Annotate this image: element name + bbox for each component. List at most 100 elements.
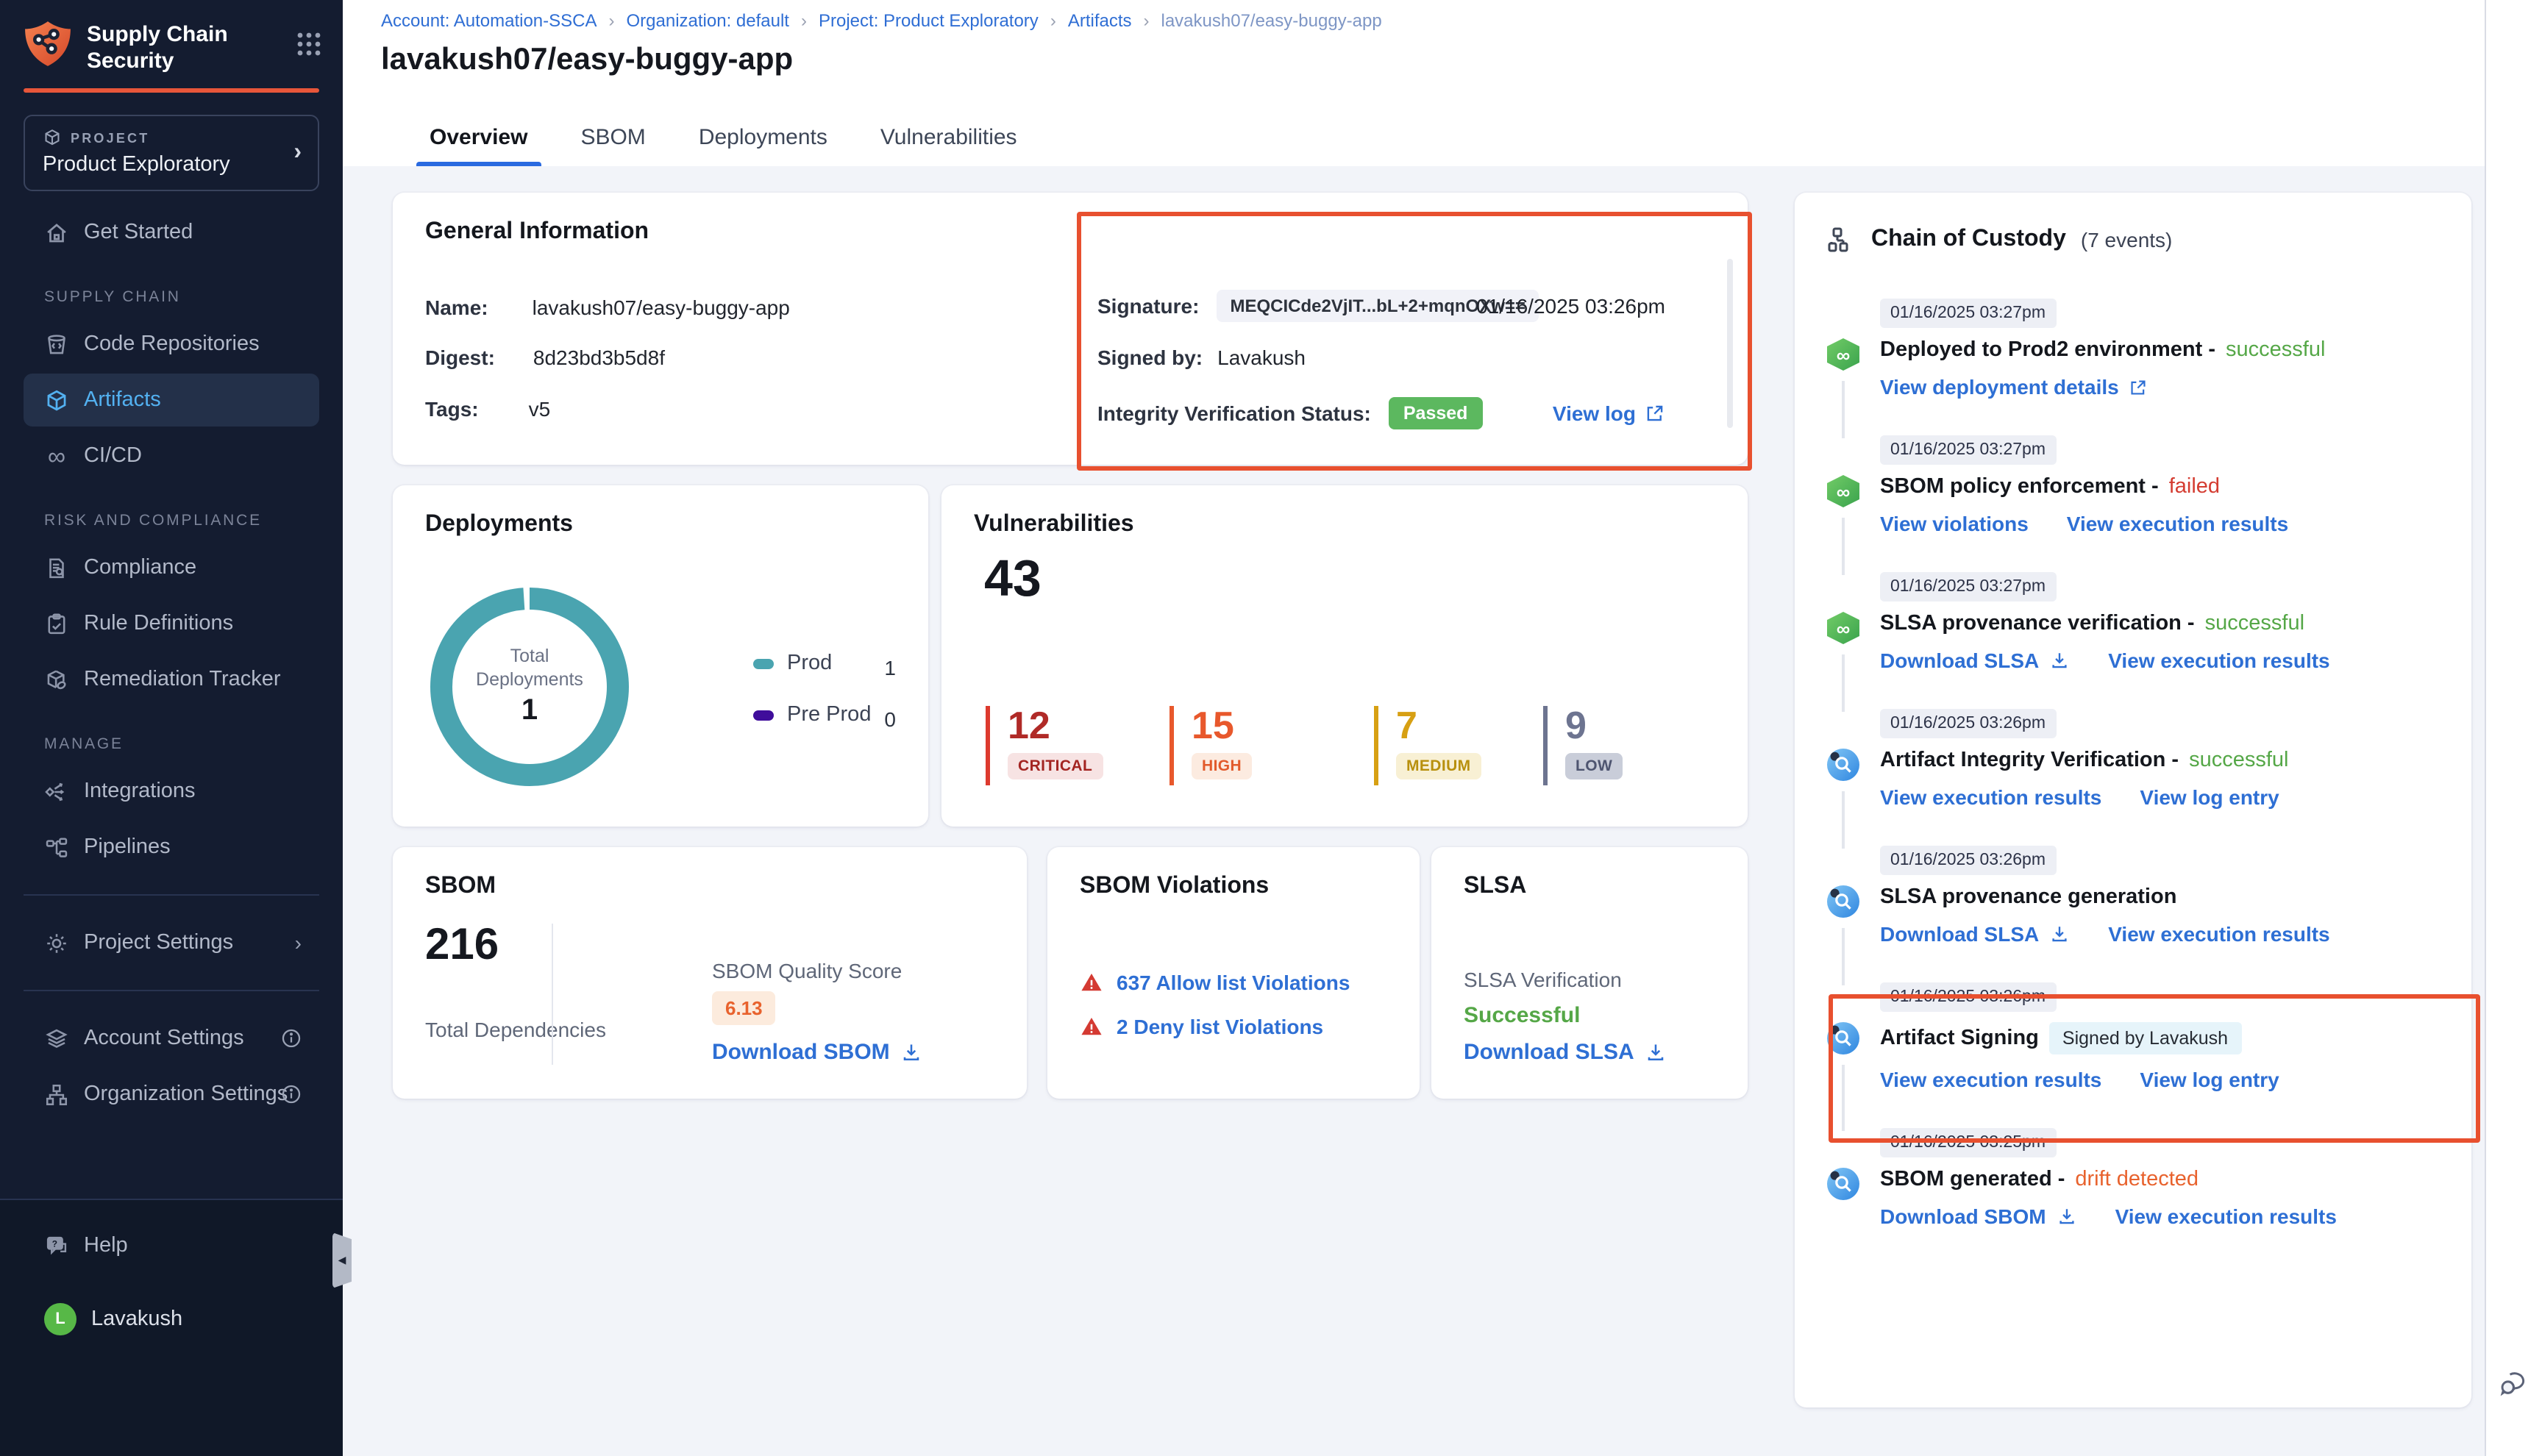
sidebar-item-integrations[interactable]: Integrations — [24, 765, 319, 818]
home-icon — [44, 220, 69, 245]
divider — [24, 990, 319, 991]
chain-of-custody-count: (7 events) — [2081, 228, 2173, 251]
chevron-right-icon: › — [293, 140, 302, 166]
view-execution-results-link[interactable]: View execution results — [2067, 512, 2288, 535]
sidebar-item-rule-definitions[interactable]: Rule Definitions — [24, 597, 319, 650]
user-menu[interactable]: L Lavakush — [24, 1293, 319, 1346]
digest-label: Digest: — [425, 346, 495, 369]
breadcrumb-project[interactable]: Project: Product Exploratory — [819, 10, 1039, 31]
tab-sbom[interactable]: SBOM — [580, 107, 645, 166]
sidebar-collapse-handle[interactable]: ◀ — [332, 1232, 352, 1288]
tab-overview[interactable]: Overview — [430, 107, 527, 166]
card-title: SBOM Violations — [1080, 874, 1269, 900]
view-log-entry-link[interactable]: View log entry — [2140, 1068, 2279, 1091]
breadcrumb: Account: Automation-SSCA › Organization:… — [381, 10, 1382, 31]
view-execution-results-link[interactable]: View execution results — [2108, 922, 2329, 946]
sidebar-item-account-settings[interactable]: Account Settings — [24, 1012, 319, 1065]
view-deployment-details-link[interactable]: View deployment details — [1880, 375, 2148, 399]
prod-swatch — [753, 658, 774, 668]
sidebar-item-cicd[interactable]: ∞ CI/CD — [24, 429, 319, 482]
right-rail — [2485, 0, 2542, 1456]
event-status: successful — [2189, 749, 2288, 772]
external-link-icon — [2129, 377, 2148, 396]
org-chart-icon — [44, 1082, 69, 1107]
view-log-entry-link[interactable]: View log entry — [2140, 785, 2279, 809]
slsa-card: SLSA SLSA Verification Successful Downlo… — [1431, 847, 1748, 1099]
brand-title: Supply Chain Security — [87, 22, 260, 75]
view-execution-results-link[interactable]: View execution results — [1880, 1068, 2101, 1091]
card-title: SBOM — [425, 874, 496, 900]
view-execution-results-link[interactable]: View execution results — [2115, 1205, 2337, 1228]
event-title: SLSA provenance verification - — [1880, 612, 2195, 635]
download-sbom-link[interactable]: Download SBOM — [1880, 1205, 2077, 1228]
signed-by-badge: Signed by Lavakush — [2049, 1022, 2241, 1054]
sidebar-item-project-settings[interactable]: Project Settings › — [24, 916, 319, 969]
sidebar-item-organization-settings[interactable]: Organization Settings — [24, 1068, 319, 1121]
project-selector[interactable]: PROJECT Product Exploratory › — [24, 115, 319, 191]
scan-icon — [1827, 885, 1859, 918]
view-execution-results-link[interactable]: View execution results — [2108, 649, 2329, 672]
deployments-card: Deployments Total Deployments 1 Prod 1 P… — [393, 485, 928, 827]
artifact-name-value: lavakush07/easy-buggy-app — [533, 296, 790, 319]
tab-vulnerabilities[interactable]: Vulnerabilities — [880, 107, 1017, 166]
brand: Supply Chain Security — [0, 0, 343, 75]
download-icon — [2049, 924, 2070, 944]
download-slsa-link[interactable]: Download SLSA — [1880, 922, 2070, 946]
allow-list-violations-link[interactable]: 637 Allow list Violations — [1080, 971, 1350, 994]
sidebar-item-compliance[interactable]: Compliance — [24, 541, 319, 594]
tags-label: Tags: — [425, 397, 479, 421]
chat-bubbles-icon[interactable] — [2498, 1368, 2530, 1400]
event-title: Artifact Integrity Verification - — [1880, 749, 2179, 772]
sidebar-item-artifacts[interactable]: Artifacts — [24, 374, 319, 427]
scrollbar[interactable] — [1727, 259, 1733, 428]
download-slsa-link[interactable]: Download SLSA — [1464, 1040, 1667, 1065]
coc-event-slsa-verification: ∞ 01/16/2025 03:27pm SLSA provenance ver… — [1827, 572, 2445, 709]
severity-badge: CRITICAL — [1008, 753, 1103, 779]
event-title: SBOM generated - — [1880, 1168, 2065, 1191]
sidebar-item-pipelines[interactable]: Pipelines — [24, 821, 319, 874]
box-tag-icon — [44, 667, 69, 692]
chevron-right-icon: › — [1050, 10, 1056, 31]
clipboard-check-icon — [44, 611, 69, 636]
tab-deployments[interactable]: Deployments — [699, 107, 827, 166]
sidebar-item-help[interactable]: ? Help — [24, 1219, 319, 1272]
event-title: SBOM policy enforcement - — [1880, 475, 2159, 499]
code-repository-icon — [44, 332, 69, 357]
legend-item-prod: Prod — [753, 652, 900, 675]
breadcrumb-artifacts[interactable]: Artifacts — [1068, 10, 1132, 31]
breadcrumb-account[interactable]: Account: Automation-SSCA — [381, 10, 597, 31]
layers-gear-icon — [44, 1026, 69, 1051]
event-title: SLSA provenance generation — [1880, 885, 2176, 909]
download-sbom-link[interactable]: Download SBOM — [712, 1040, 922, 1065]
sidebar-item-label: Get Started — [84, 221, 193, 244]
sidebar-item-get-started[interactable]: Get Started — [24, 206, 319, 259]
view-execution-results-link[interactable]: View execution results — [1880, 785, 2101, 809]
slsa-verification-label: SLSA Verification — [1464, 968, 1622, 991]
event-timestamp: 01/16/2025 03:26pm — [1880, 709, 2056, 738]
event-status: drift detected — [2075, 1168, 2199, 1191]
divider — [24, 894, 319, 896]
sidebar-item-code-repositories[interactable]: Code Repositories — [24, 318, 319, 371]
sbom-card: SBOM 216 Total Dependencies SBOM Quality… — [393, 847, 1027, 1099]
deny-list-violations-link[interactable]: 2 Deny list Violations — [1080, 1015, 1323, 1038]
nav-section-manage: MANAGE — [44, 735, 343, 753]
chevron-right-icon: › — [801, 10, 807, 31]
shield-logo-icon — [24, 19, 72, 69]
apps-grid-icon[interactable] — [296, 31, 322, 57]
sidebar-item-label: Account Settings — [84, 1027, 244, 1050]
download-slsa-link[interactable]: Download SLSA — [1880, 649, 2070, 672]
breadcrumb-organization[interactable]: Organization: default — [627, 10, 790, 31]
sidebar-item-remediation-tracker[interactable]: Remediation Tracker — [24, 653, 319, 706]
view-violations-link[interactable]: View violations — [1880, 512, 2029, 535]
user-name: Lavakush — [91, 1307, 182, 1331]
sidebar-item-label: Artifacts — [84, 388, 161, 412]
coc-event-artifact-integrity: 01/16/2025 03:26pm Artifact Integrity Ve… — [1827, 709, 2445, 846]
signed-by-value: Lavakush — [1217, 346, 1306, 369]
page-title: lavakush07/easy-buggy-app — [381, 43, 793, 78]
sidebar: Supply Chain Security PROJECT Product — [0, 0, 343, 1456]
sbom-total: 216 — [425, 921, 499, 971]
view-log-link[interactable]: View log — [1553, 402, 1665, 425]
cube-icon — [44, 388, 69, 413]
info-icon — [281, 1084, 302, 1105]
event-timestamp: 01/16/2025 03:26pm — [1880, 982, 2056, 1012]
